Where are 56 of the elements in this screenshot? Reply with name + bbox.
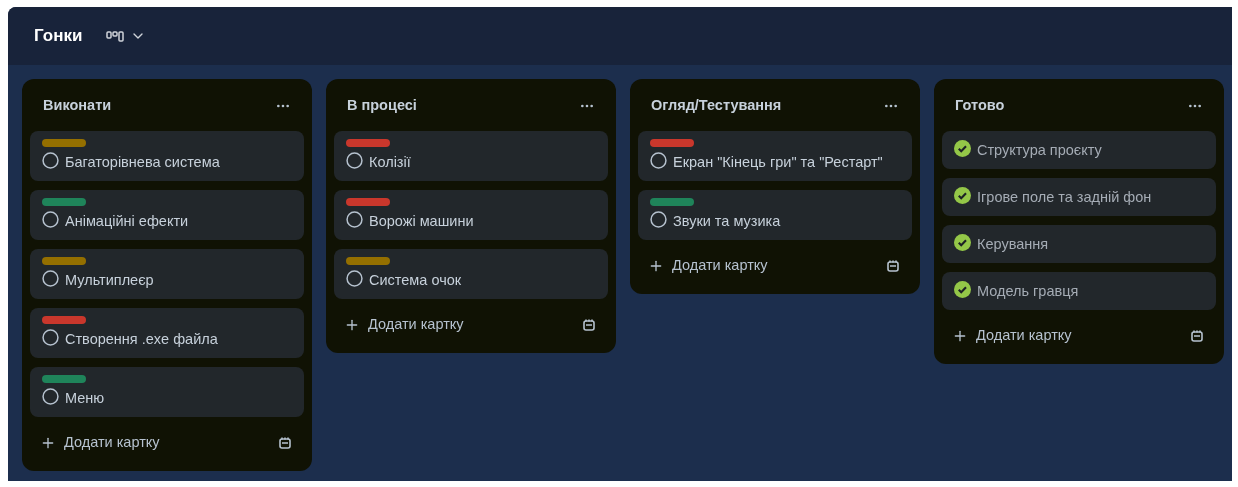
task-card[interactable]: Багаторівнева система <box>30 130 304 181</box>
task-card[interactable]: Колізії <box>334 130 608 181</box>
task-card[interactable]: Система очок <box>334 248 608 299</box>
task-card[interactable]: Модель гравця <box>942 271 1216 310</box>
card-title: Анімаційні ефекти <box>65 211 189 231</box>
circle-icon[interactable] <box>346 210 363 228</box>
card-title: Ворожі машини <box>369 211 474 231</box>
circle-icon[interactable] <box>42 151 59 169</box>
add-card-button[interactable]: Додати картку <box>648 249 768 282</box>
board-view-icon <box>106 30 125 42</box>
circle-icon[interactable] <box>42 328 59 346</box>
task-card[interactable]: Екран "Кінець гри" та "Рестарт" <box>638 130 912 181</box>
card-title: Ігрове поле та задній фон <box>977 187 1152 207</box>
card-title: Меню <box>65 388 105 408</box>
task-card[interactable]: Меню <box>30 366 304 417</box>
list-title: Огляд/Тестування <box>651 96 782 115</box>
list-title: Виконати <box>43 96 112 115</box>
card-title: Багаторівнева система <box>65 152 220 172</box>
add-card-button[interactable]: Додати картку <box>344 308 464 341</box>
card-title: Мультиплеєр <box>65 270 154 290</box>
circle-icon[interactable] <box>650 210 667 228</box>
card-title: Структура проєкту <box>977 140 1102 160</box>
circle-icon[interactable] <box>42 387 59 405</box>
card-title: Система очок <box>369 270 462 290</box>
task-card[interactable]: Звуки та музика <box>638 189 912 240</box>
task-card[interactable]: Структура проєкту <box>942 130 1216 169</box>
add-card-button[interactable]: Додати картку <box>40 426 160 459</box>
check-circle-icon[interactable] <box>954 139 971 157</box>
check-circle-icon[interactable] <box>954 280 971 298</box>
task-card[interactable]: Ворожі машини <box>334 189 608 240</box>
check-circle-icon[interactable] <box>954 233 971 251</box>
circle-icon[interactable] <box>346 269 363 287</box>
card-title: Керування <box>977 234 1049 254</box>
list-title: Готово <box>955 96 1005 115</box>
card-template-icon[interactable] <box>582 317 596 332</box>
task-card[interactable]: Анімаційні ефекти <box>30 189 304 240</box>
task-card[interactable]: Ігрове поле та задній фон <box>942 177 1216 216</box>
task-card[interactable]: Створення .exe файла <box>30 307 304 358</box>
card-title: Створення .exe файла <box>65 329 218 349</box>
list-title: В процесі <box>347 96 417 115</box>
task-card[interactable]: Керування <box>942 224 1216 263</box>
board-title[interactable]: Гонки <box>34 23 83 49</box>
card-title: Екран "Кінець гри" та "Рестарт" <box>673 152 883 172</box>
circle-icon[interactable] <box>346 151 363 169</box>
card-template-icon[interactable] <box>886 258 900 273</box>
circle-icon[interactable] <box>42 269 59 287</box>
circle-icon[interactable] <box>42 210 59 228</box>
check-circle-icon[interactable] <box>954 186 971 204</box>
card-title: Колізії <box>369 152 411 172</box>
circle-icon[interactable] <box>650 151 667 169</box>
add-card-button[interactable]: Додати картку <box>952 319 1072 352</box>
card-title: Звуки та музика <box>673 211 781 231</box>
task-card[interactable]: Мультиплеєр <box>30 248 304 299</box>
card-template-icon[interactable] <box>278 435 292 450</box>
card-template-icon[interactable] <box>1190 328 1204 343</box>
card-title: Модель гравця <box>977 281 1079 301</box>
